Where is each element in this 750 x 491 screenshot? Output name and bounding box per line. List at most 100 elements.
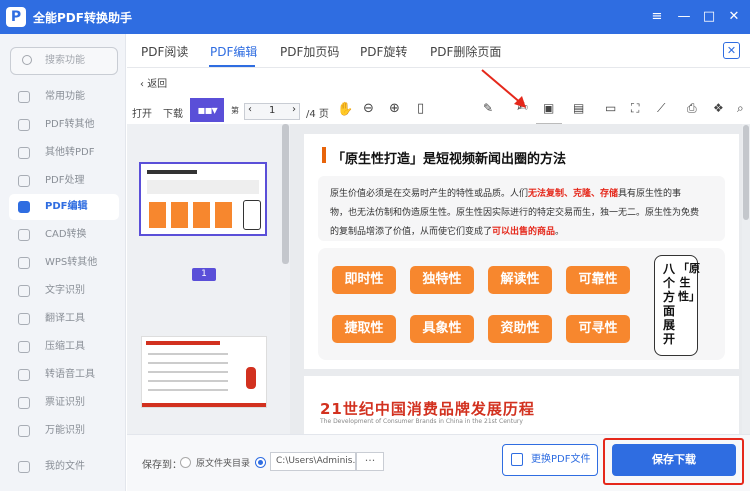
sidebar-item-common[interactable]: 常用功能	[9, 84, 119, 110]
browse-button[interactable]: ···	[356, 452, 384, 471]
sidebar-item-wps[interactable]: WPS转其他	[9, 250, 119, 276]
thumb2-bar	[142, 403, 266, 407]
tab-pdf-read[interactable]: PDF阅读	[141, 43, 188, 60]
page-prefix: 第	[231, 106, 239, 115]
note-icon[interactable]: ▭	[605, 101, 616, 115]
pdf-edit-icon	[18, 201, 30, 213]
close-panel-button[interactable]: ✕	[723, 42, 740, 59]
wps-icon	[18, 257, 30, 269]
tab-pdf-page-number[interactable]: PDF加页码	[280, 43, 339, 60]
thumb1-heading	[147, 170, 197, 174]
page-total: /4 页	[306, 109, 329, 120]
radio-custom-path[interactable]	[255, 457, 266, 468]
sidebar-item-compress[interactable]: 压缩工具	[9, 334, 119, 360]
sidebar-item-pdf-to-other[interactable]: PDF转其他	[9, 112, 119, 138]
tab-pdf-rotate[interactable]: PDF旋转	[360, 43, 407, 60]
keyword-4: 可靠性	[566, 266, 630, 294]
sidebar-item-other-to-pdf[interactable]: 其他转PDF	[9, 140, 119, 166]
search-icon	[22, 55, 32, 65]
ticket-icon	[18, 397, 30, 409]
cad-icon	[18, 229, 30, 241]
sidebar-item-translate[interactable]: 翻译工具	[9, 306, 119, 332]
para-line-1: 原生价值必须是在交易时产生的特性或品质。人们无法复制、克隆、存储具有原生性的事	[330, 189, 682, 199]
line-icon[interactable]: ⟋	[657, 101, 665, 116]
thumb1-vbox	[243, 200, 261, 230]
save-to-label: 保存到：	[142, 460, 182, 471]
ocr-icon	[18, 285, 30, 297]
page-heading: 「原生性打造」是短视频新闻出圈的方法	[332, 152, 567, 167]
thumb2-title	[146, 341, 220, 345]
translate-icon	[18, 313, 30, 325]
minimize-button[interactable]: —	[675, 8, 693, 26]
thumbnail-scrollbar[interactable]	[282, 124, 289, 264]
universal-icon	[18, 425, 30, 437]
app-title: 全能PDF转换助手	[33, 11, 132, 25]
folder-icon	[18, 461, 30, 473]
vertical-text-a: 八个方面展开	[662, 262, 675, 346]
zoom-out-icon[interactable]: ⊖	[363, 101, 374, 116]
page2-subtitle: The Development of Consumer Brands in Ch…	[320, 418, 523, 425]
para-line-3: 的复制品增添了价值，从而使它们变成了可以出售的商品。	[330, 227, 565, 237]
compress-icon	[18, 341, 30, 353]
pdf-to-other-icon	[18, 119, 30, 131]
sidebar-item-universal[interactable]: 万能识别	[9, 418, 119, 444]
page-thumbnail-2[interactable]	[141, 336, 267, 408]
page-number-input[interactable]: ‹ 1 ›	[244, 103, 300, 120]
page2-title: 21世纪中国消费品牌发展历程	[320, 400, 535, 418]
open-button[interactable]: 打开	[132, 105, 152, 120]
keyword-6: 具象性	[410, 315, 474, 343]
highlight-frame	[603, 438, 744, 485]
keyword-8: 可寻性	[566, 315, 630, 343]
fit-page-icon[interactable]: ▯	[417, 101, 424, 116]
back-button[interactable]: ‹ 返回	[140, 75, 167, 90]
sidebar-item-cad[interactable]: CAD转换	[9, 222, 119, 248]
keyword-1: 即时性	[332, 266, 396, 294]
file-plus-icon	[511, 453, 523, 466]
text-box-icon[interactable]: ▤	[573, 101, 584, 115]
stamp-icon[interactable]: ❖	[713, 101, 724, 115]
zoom-in-icon[interactable]: ⊕	[389, 101, 400, 116]
radio-source-folder[interactable]	[180, 457, 191, 468]
image-icon[interactable]: ▣	[543, 101, 554, 115]
page-thumbnail-1[interactable]	[139, 162, 267, 236]
save-path-field[interactable]: C:\Users\Adminis...	[270, 452, 356, 471]
title-bar: P 全能PDF转换助手 ≡ — □ ✕	[0, 0, 750, 34]
vertical-text-b: 「原生性」	[678, 262, 700, 303]
close-window-button[interactable]: ✕	[725, 8, 743, 26]
page-badge-1: 1	[192, 268, 216, 281]
sidebar-item-my-files[interactable]: 我的文件	[9, 454, 119, 480]
thumb2-lines	[148, 353, 228, 397]
annotation-arrow	[481, 69, 526, 108]
common-icon	[18, 91, 30, 103]
sidebar-item-pdf-edit[interactable]: PDF编辑	[9, 194, 119, 220]
crop-icon[interactable]: ⛶	[631, 101, 639, 116]
download-button[interactable]: 下载	[163, 105, 183, 120]
keyword-5: 捷取性	[332, 315, 396, 343]
app-logo: P	[6, 7, 26, 27]
sidebar-item-speech[interactable]: 转语音工具	[9, 362, 119, 388]
prev-page-button[interactable]: ‹	[248, 104, 252, 115]
thumbnail-view-button[interactable]: ▪▪▾	[190, 98, 224, 122]
menu-icon[interactable]: ≡	[648, 8, 666, 26]
page-current: 1	[269, 105, 276, 116]
tab-pdf-edit[interactable]: PDF编辑	[210, 43, 257, 60]
maximize-button[interactable]: □	[700, 8, 718, 26]
active-tab-underline	[209, 65, 255, 67]
thumb1-keywords	[149, 202, 237, 228]
viewer-scrollbar[interactable]	[743, 125, 749, 220]
heading-accent-bar	[322, 147, 326, 163]
print-icon[interactable]: ⎙	[687, 101, 697, 116]
pdf-process-icon	[18, 175, 30, 187]
sidebar-item-ocr[interactable]: 文字识别	[9, 278, 119, 304]
source-folder-label: 原文件夹目录	[196, 459, 251, 469]
sidebar-item-ticket[interactable]: 票证识别	[9, 390, 119, 416]
keyword-7: 资助性	[488, 315, 552, 343]
search-doc-icon[interactable]: ⌕	[737, 101, 744, 116]
hand-icon[interactable]: ✋	[337, 102, 353, 117]
thumb1-para	[147, 180, 259, 194]
sidebar-item-pdf-process[interactable]: PDF处理	[9, 168, 119, 194]
next-page-button[interactable]: ›	[292, 104, 296, 115]
other-to-pdf-icon	[18, 147, 30, 159]
runner-figure	[246, 367, 256, 389]
tab-pdf-delete-page[interactable]: PDF删除页面	[430, 43, 501, 60]
